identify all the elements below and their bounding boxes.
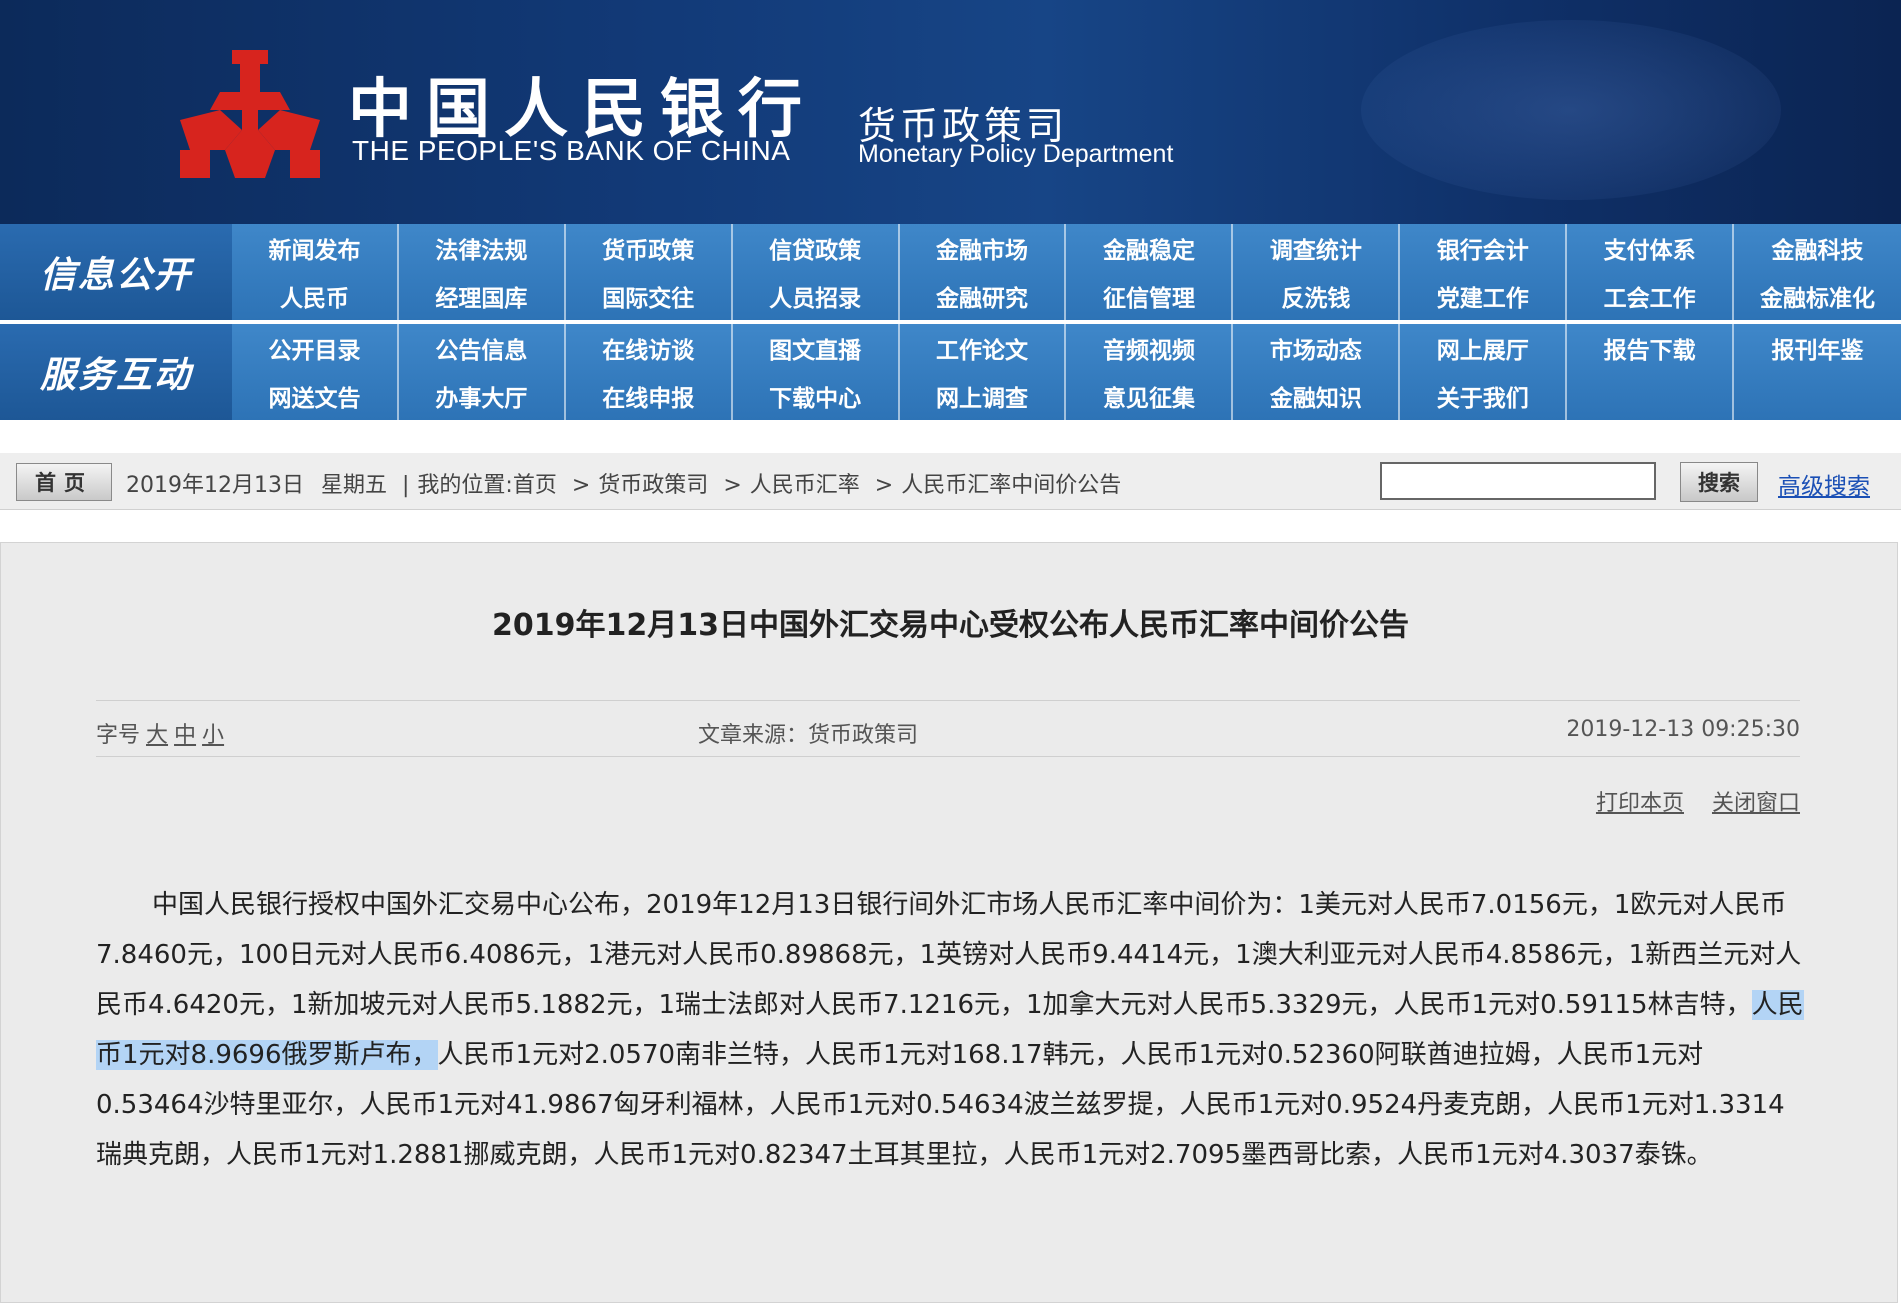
breadcrumb-home-link[interactable]: 首页 [513,473,557,498]
nav-info-item-17[interactable]: 党建工作 [1400,272,1568,320]
nav-service-item-1[interactable]: 公告信息 [399,324,566,372]
nav-grid: 新闻发布 法律法规 货币政策 信贷政策 金融市场 金融稳定 调查统计 银行会计 支付体系 金融科技… [232,224,1901,320]
nav-info-item-13[interactable]: 人员招录 [733,272,900,320]
search-button[interactable]: 搜索 [1680,462,1758,502]
nav-service-item-8[interactable]: 报告下载 [1567,324,1735,372]
home-button[interactable]: 首页 [16,463,112,501]
article-body: 中国人民银行授权中国外汇交易中心公布，2019年12月13日银行间外汇市场人民币… [96,880,1808,1180]
advanced-search-link[interactable]: 高级搜索 [1778,467,1870,501]
article-body-text: 中国人民银行授权中国外汇交易中心公布，2019年12月13日银行间外汇市场人民币… [96,890,1802,1020]
nav-section-service-interaction: 服务互动 公开目录 公告信息 在线访谈 图文直播 工作论文 音频视频 市场动态 网上展厅 报告下… [0,324,1901,420]
divider [96,756,1800,757]
nav-service-item-13[interactable]: 下载中心 [733,372,900,420]
print-page-link[interactable]: 打印本页 [1596,791,1684,816]
font-size-label: 字号 [96,723,141,748]
nav-info-item-11[interactable]: 经理国库 [399,272,566,320]
nav-service-item-0[interactable]: 公开目录 [232,324,399,372]
bank-name-en: THE PEOPLE'S BANK OF CHINA [352,135,791,166]
breadcrumb-rmb-rate-link[interactable]: 人民币汇率 [750,473,860,498]
pboc-logo-icon[interactable] [180,50,320,180]
nav-empty-cell [1567,372,1735,420]
nav-grid: 公开目录 公告信息 在线访谈 图文直播 工作论文 音频视频 市场动态 网上展厅 报告下载 报刊年鉴… [232,324,1901,420]
nav-service-item-11[interactable]: 办事大厅 [399,372,566,420]
nav-info-item-9[interactable]: 金融科技 [1734,224,1901,272]
nav-service-item-4[interactable]: 工作论文 [900,324,1067,372]
nav-section-info-disclosure: 信息公开 新闻发布 法律法规 货币政策 信贷政策 金融市场 金融稳定 调查统计 银行会计 支付体… [0,224,1901,320]
nav-info-item-1[interactable]: 法律法规 [399,224,566,272]
nav-section-label: 服务互动 [0,324,232,420]
nav-info-item-16[interactable]: 反洗钱 [1233,272,1401,320]
current-weekday: 星期五 [320,473,387,498]
nav-info-item-14[interactable]: 金融研究 [900,272,1067,320]
article-datetime: 2019-12-13 09:25:30 [1566,717,1800,742]
font-size-medium-link[interactable]: 中 [174,723,196,748]
nav-empty-cell [1734,372,1901,420]
article-tools: 打印本页 关闭窗口 [1560,785,1800,817]
nav-info-item-3[interactable]: 信贷政策 [733,224,900,272]
nav-info-item-0[interactable]: 新闻发布 [232,224,399,272]
nav-section-label: 信息公开 [0,224,232,320]
banner-glow [1361,20,1781,200]
nav-service-item-9[interactable]: 报刊年鉴 [1734,324,1901,372]
nav-info-item-6[interactable]: 调查统计 [1233,224,1401,272]
nav-info-item-7[interactable]: 银行会计 [1400,224,1568,272]
nav-service-item-7[interactable]: 网上展厅 [1400,324,1568,372]
font-size-large-link[interactable]: 大 [146,723,168,748]
divider [96,700,1800,701]
nav-info-item-10[interactable]: 人民币 [232,272,399,320]
font-size-small-link[interactable]: 小 [202,723,224,748]
nav-service-item-6[interactable]: 市场动态 [1233,324,1401,372]
nav-service-item-16[interactable]: 金融知识 [1233,372,1401,420]
search-input[interactable] [1380,462,1656,500]
current-date: 2019年12月13日 [126,473,304,498]
breadcrumb-separator: > [571,473,591,498]
nav-service-item-3[interactable]: 图文直播 [733,324,900,372]
breadcrumb: 2019年12月13日 星期五 | 我的位置:首页 > 货币政策司 > 人民币汇率 >… [126,467,1121,499]
nav-info-item-8[interactable]: 支付体系 [1567,224,1735,272]
department-name-en: Monetary Policy Department [858,140,1174,168]
font-size-control: 字号大中小 [96,717,224,749]
nav-info-item-19[interactable]: 金融标准化 [1734,272,1901,320]
location-label: 我的位置: [417,473,513,498]
nav-service-item-14[interactable]: 网上调查 [900,372,1067,420]
nav-service-item-10[interactable]: 网送文告 [232,372,399,420]
nav-info-item-4[interactable]: 金融市场 [900,224,1067,272]
nav-service-item-2[interactable]: 在线访谈 [566,324,733,372]
nav-info-item-18[interactable]: 工会工作 [1567,272,1735,320]
breadcrumb-separator: > [723,473,742,498]
breadcrumb-monetary-policy-link[interactable]: 货币政策司 [598,473,708,498]
header-banner: 中国人民银行 THE PEOPLE'S BANK OF CHINA 货币政策司 … [0,0,1901,224]
breadcrumb-separator: > [874,473,894,498]
nav-service-item-15[interactable]: 意见征集 [1066,372,1234,420]
nav-service-item-5[interactable]: 音频视频 [1066,324,1234,372]
breadcrumb-bar: 首页 2019年12月13日 星期五 | 我的位置:首页 > 货币政策司 > 人民币汇… [0,453,1901,510]
nav-service-item-12[interactable]: 在线申报 [566,372,733,420]
divider: | [402,473,410,498]
close-window-link[interactable]: 关闭窗口 [1712,791,1800,816]
article-source: 文章来源：货币政策司 [698,723,919,748]
nav-info-item-5[interactable]: 金融稳定 [1066,224,1234,272]
article-title: 2019年12月13日中国外汇交易中心受权公布人民币汇率中间价公告 [492,608,1409,643]
breadcrumb-current-page[interactable]: 人民币汇率中间价公告 [901,473,1121,498]
main-navigation: 信息公开 新闻发布 法律法规 货币政策 信贷政策 金融市场 金融稳定 调查统计 银行会计 支付体… [0,224,1901,420]
nav-info-item-2[interactable]: 货币政策 [566,224,733,272]
nav-service-item-17[interactable]: 关于我们 [1400,372,1568,420]
nav-info-item-12[interactable]: 国际交往 [566,272,733,320]
nav-info-item-15[interactable]: 征信管理 [1066,272,1234,320]
